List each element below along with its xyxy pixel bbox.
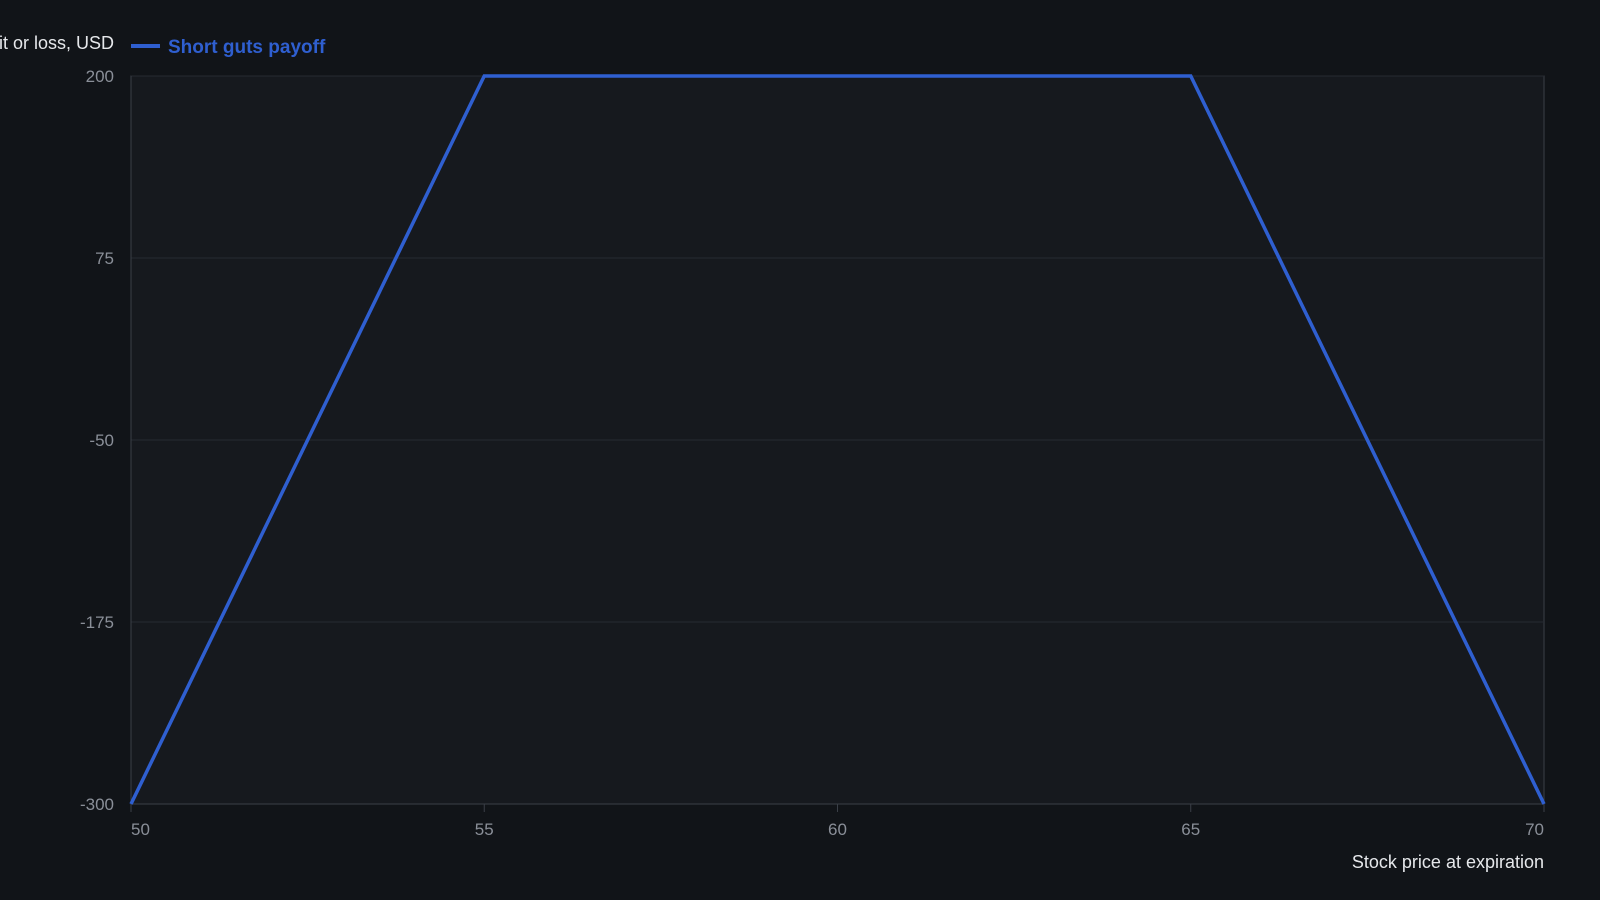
y-tick-label: -50 xyxy=(89,431,114,450)
x-tick-label: 70 xyxy=(1525,820,1544,839)
y-tick-label: 75 xyxy=(95,249,114,268)
y-tick-label: 200 xyxy=(86,67,114,86)
y-axis-title: Profit or loss, USD xyxy=(0,33,114,53)
legend: Short guts payoff xyxy=(131,37,326,58)
x-tick-label: 65 xyxy=(1181,820,1200,839)
x-tick-label: 60 xyxy=(828,820,847,839)
y-tick-label: -175 xyxy=(80,613,114,632)
x-tick-label: 50 xyxy=(131,820,150,839)
x-tick-label: 55 xyxy=(475,820,494,839)
x-axis-title: Stock price at expiration xyxy=(1352,852,1544,872)
y-tick-label: -300 xyxy=(80,795,114,814)
legend-label: Short guts payoff xyxy=(168,37,326,58)
payoff-chart: 50 55 60 65 70 -300 -175 -50 75 200 Profit or los… xyxy=(0,33,1546,872)
